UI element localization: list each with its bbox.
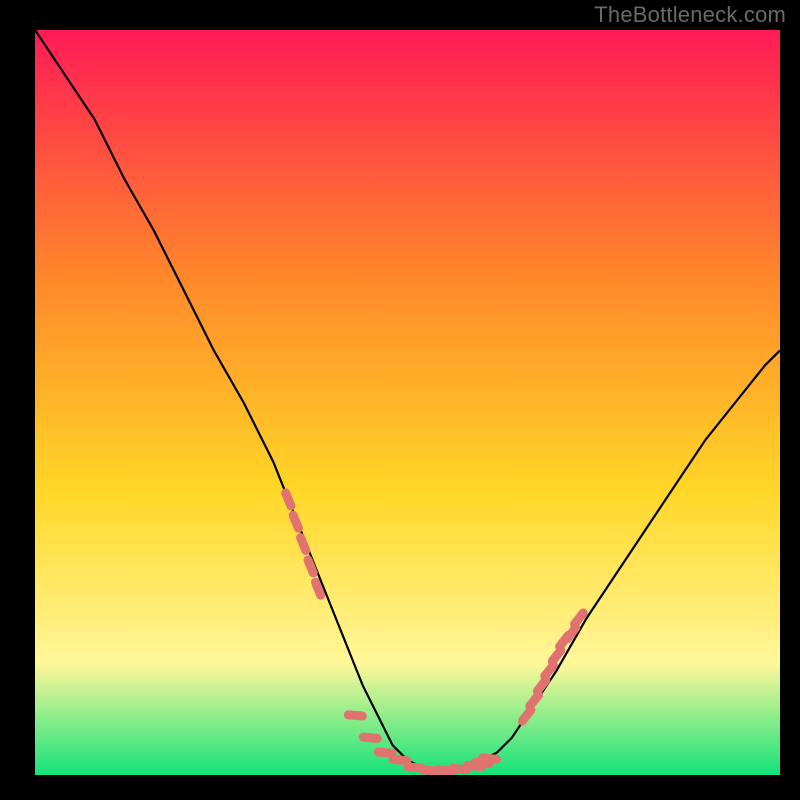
marker-dash [378, 752, 392, 753]
marker-dash [301, 538, 306, 551]
marker-dash [293, 515, 298, 528]
marker-dash [483, 758, 497, 759]
marker-dash [286, 493, 291, 506]
frame-bottom [0, 775, 800, 800]
marker-dash [393, 760, 407, 761]
chart-stage: TheBottleneck.com [0, 0, 800, 800]
chart-svg [0, 0, 800, 800]
marker-dash [348, 715, 362, 716]
frame-left [0, 0, 35, 800]
marker-dash [363, 737, 377, 738]
background-gradient [35, 30, 780, 775]
marker-dash [316, 582, 321, 595]
marker-dash [308, 560, 313, 573]
watermark-text: TheBottleneck.com [594, 2, 786, 28]
